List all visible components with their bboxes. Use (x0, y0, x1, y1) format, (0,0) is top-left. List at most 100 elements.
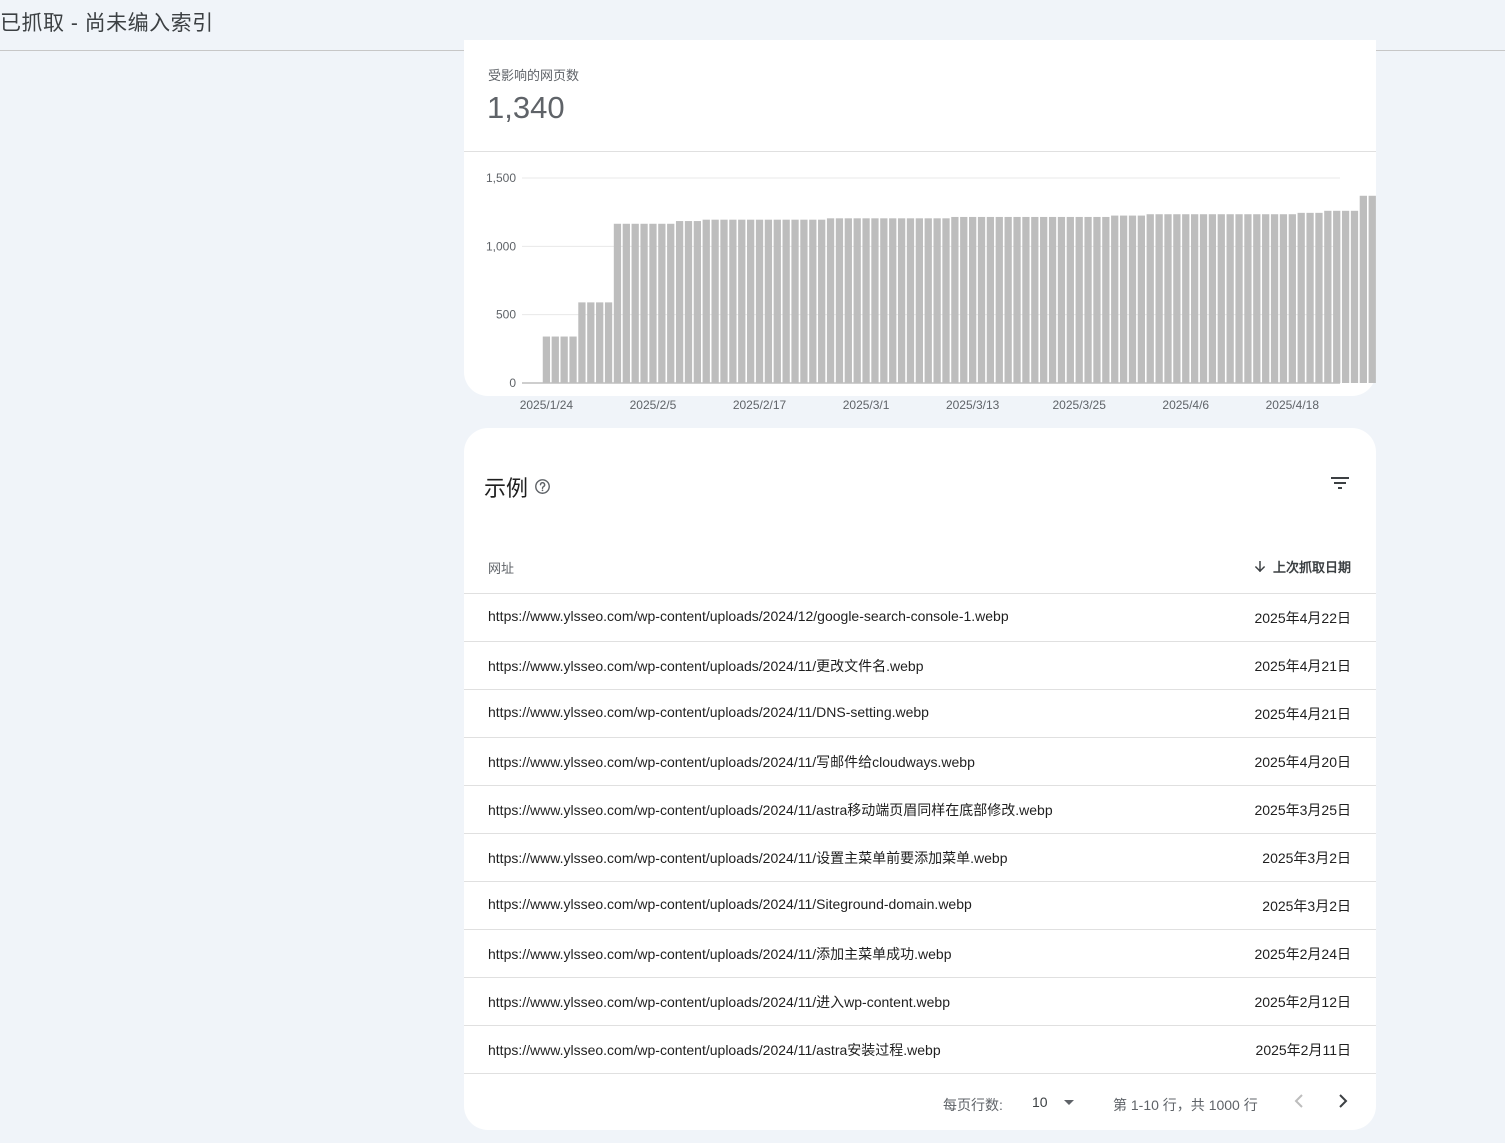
chart-bar[interactable] (693, 221, 701, 383)
chart-bar[interactable] (995, 216, 1003, 383)
row-url[interactable]: https://www.ylsseo.com/wp-content/upload… (488, 752, 975, 772)
chart-bar[interactable] (1022, 216, 1030, 383)
chart-bar[interactable] (960, 216, 968, 383)
chart-bar[interactable] (1253, 214, 1261, 383)
chevron-right-icon[interactable] (1331, 1089, 1355, 1113)
row-url[interactable]: https://www.ylsseo.com/wp-content/upload… (488, 800, 1053, 820)
chart-bar[interactable] (1004, 216, 1012, 383)
chart-bar[interactable] (880, 218, 888, 383)
chart-bar[interactable] (560, 336, 568, 383)
chart-bar[interactable] (1244, 214, 1252, 383)
chart-bar[interactable] (889, 218, 897, 383)
chart-bar[interactable] (1102, 216, 1110, 383)
chart-bar[interactable] (809, 219, 817, 383)
chart-bar[interactable] (596, 302, 604, 383)
table-row[interactable]: https://www.ylsseo.com/wp-content/upload… (464, 642, 1376, 690)
chart-bar[interactable] (1066, 216, 1074, 383)
chart-bar[interactable] (1217, 214, 1225, 383)
table-row[interactable]: https://www.ylsseo.com/wp-content/upload… (464, 1026, 1376, 1074)
chart-bar[interactable] (1031, 216, 1039, 383)
chart-bar[interactable] (986, 216, 995, 383)
chart-bar[interactable] (1093, 216, 1101, 383)
chart-bar[interactable] (942, 218, 950, 383)
chart-bar[interactable] (738, 219, 746, 383)
chart-bar[interactable] (711, 219, 719, 383)
chart-bar[interactable] (897, 218, 906, 383)
row-url[interactable]: https://www.ylsseo.com/wp-content/upload… (488, 848, 1008, 868)
chart-bar[interactable] (1057, 216, 1066, 383)
chart-bar[interactable] (1359, 195, 1367, 383)
chart-bar[interactable] (578, 302, 586, 383)
chart-bar[interactable] (684, 221, 693, 383)
chart-bar[interactable] (977, 216, 986, 383)
chart-bar[interactable] (1075, 216, 1083, 383)
chart-bar[interactable] (622, 223, 630, 383)
chart-bar[interactable] (1341, 210, 1350, 383)
chart-bar[interactable] (702, 219, 710, 383)
chart-bar[interactable] (933, 218, 941, 383)
chart-bar[interactable] (1235, 214, 1243, 383)
chart-bar[interactable] (791, 219, 799, 383)
chart-bar[interactable] (800, 219, 808, 383)
chart-bar[interactable] (1306, 212, 1314, 383)
chart-bar[interactable] (1262, 214, 1270, 383)
row-url[interactable]: https://www.ylsseo.com/wp-content/upload… (488, 704, 929, 720)
chart-bar[interactable] (640, 223, 648, 383)
chart-bar[interactable] (1368, 195, 1376, 383)
chart-bar[interactable] (773, 219, 781, 383)
row-url[interactable]: https://www.ylsseo.com/wp-content/upload… (488, 656, 924, 676)
chart-bar[interactable] (764, 219, 773, 383)
chart-bar[interactable] (906, 218, 915, 383)
chart-bar[interactable] (1048, 216, 1057, 383)
row-url[interactable]: https://www.ylsseo.com/wp-content/upload… (488, 944, 952, 964)
table-row[interactable]: https://www.ylsseo.com/wp-content/upload… (464, 594, 1376, 642)
chart-bar[interactable] (587, 302, 595, 383)
row-url[interactable]: https://www.ylsseo.com/wp-content/upload… (488, 608, 1009, 624)
chart-bar[interactable] (569, 336, 577, 383)
column-header-last-crawled[interactable]: 上次抓取日期 (1253, 557, 1351, 576)
chart-bar[interactable] (542, 336, 551, 383)
chart-bar[interactable] (1270, 214, 1279, 383)
chart-bar[interactable] (844, 218, 852, 383)
filter-list-icon[interactable] (1328, 471, 1352, 495)
chart-bar[interactable] (1226, 214, 1234, 383)
chart-bar[interactable] (631, 223, 639, 383)
table-row[interactable]: https://www.ylsseo.com/wp-content/upload… (464, 738, 1376, 786)
chart-bar[interactable] (667, 223, 675, 383)
chart-bar[interactable] (915, 218, 923, 383)
chart-bar[interactable] (1333, 210, 1341, 383)
chart-bar[interactable] (747, 219, 755, 383)
chart-bar[interactable] (1324, 210, 1332, 383)
table-row[interactable]: https://www.ylsseo.com/wp-content/upload… (464, 786, 1376, 834)
table-row[interactable]: https://www.ylsseo.com/wp-content/upload… (464, 834, 1376, 882)
table-row[interactable]: https://www.ylsseo.com/wp-content/upload… (464, 978, 1376, 1026)
chart-bar[interactable] (1119, 215, 1128, 383)
chart-bar[interactable] (675, 221, 684, 383)
chart-bar[interactable] (1137, 215, 1145, 383)
chart-bar[interactable] (1297, 212, 1305, 383)
column-header-url[interactable]: 网址 (488, 558, 514, 577)
chart-bar[interactable] (1199, 214, 1208, 383)
chart-bar[interactable] (826, 218, 835, 383)
table-row[interactable]: https://www.ylsseo.com/wp-content/upload… (464, 882, 1376, 930)
chart-bar[interactable] (1182, 214, 1190, 383)
chart-bar[interactable] (853, 218, 861, 383)
chart-bar[interactable] (969, 216, 977, 383)
chart-bar[interactable] (1146, 214, 1154, 383)
chart-bar[interactable] (1164, 214, 1172, 383)
row-url[interactable]: https://www.ylsseo.com/wp-content/upload… (488, 992, 950, 1012)
chart-bar[interactable] (835, 218, 844, 383)
chart-bar[interactable] (951, 216, 959, 383)
row-url[interactable]: https://www.ylsseo.com/wp-content/upload… (488, 1040, 941, 1060)
chart-bar[interactable] (1128, 215, 1137, 383)
table-row[interactable]: https://www.ylsseo.com/wp-content/upload… (464, 690, 1376, 738)
chart-bar[interactable] (729, 219, 737, 383)
rows-per-page-select[interactable]: 10 (1032, 1092, 1080, 1114)
chart-bar[interactable] (658, 223, 666, 383)
chart-bar[interactable] (782, 219, 790, 383)
chart-bar[interactable] (1279, 214, 1288, 383)
chart-bar[interactable] (720, 219, 728, 383)
chart-bar[interactable] (1013, 216, 1021, 383)
chart-bar[interactable] (551, 336, 559, 383)
chart-bar[interactable] (871, 218, 879, 383)
